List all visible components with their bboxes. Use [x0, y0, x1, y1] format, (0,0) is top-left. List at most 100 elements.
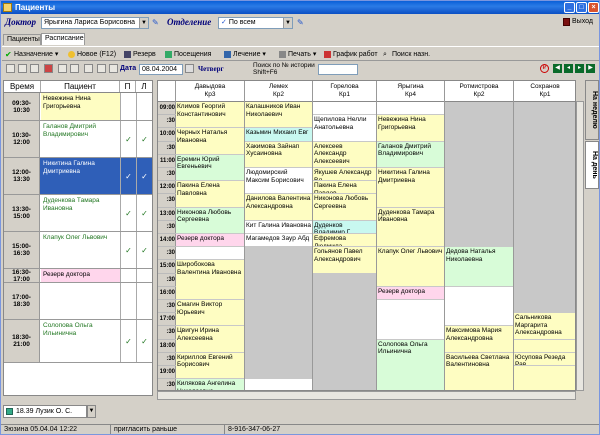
exit-button[interactable]: Выход	[572, 18, 593, 25]
tab-patients[interactable]: Пациенты	[3, 34, 41, 45]
tab-schedule[interactable]: Расписание	[41, 33, 85, 45]
appointment-cell[interactable]	[377, 102, 444, 116]
table-row[interactable]: 18:30-21:00 Солопова Ольга Ильинична ✓ ✓	[4, 320, 152, 363]
row-check-p[interactable]: ✓	[120, 320, 136, 362]
appointment-cell[interactable]: Людомирский Максим Борисович	[245, 168, 312, 195]
appointment-cell[interactable]	[313, 102, 376, 116]
appointment-cell[interactable]	[445, 286, 513, 327]
table-row[interactable]: 16:30-17:00 Резерв доктора	[4, 269, 152, 283]
appointment-cell[interactable]: Галанов Дмитрий Владимирович	[377, 141, 444, 168]
row-check-l[interactable]: ✓	[136, 232, 152, 268]
appointment-cell[interactable]: Смагин Виктор Юрьевич	[176, 300, 244, 327]
tab-day[interactable]: На день	[585, 141, 599, 189]
prev-icon[interactable]: ◂	[564, 64, 573, 73]
appointment-cell[interactable]: Солопова Ольга Ильинична	[377, 339, 444, 390]
appointment-cell[interactable]: Алексеев Александр Алексеевич	[313, 141, 376, 168]
table-row[interactable]: 13:30-15:00 Дуденкова Тамара Ивановна ✓ ✓	[4, 195, 152, 232]
appointment-cell[interactable]: Даниловa Валентина Александровна	[245, 194, 312, 221]
row-check-l[interactable]: ✓	[136, 320, 152, 362]
dept-select[interactable]: ✓ По всем ▼	[218, 17, 293, 29]
appointment-cell[interactable]: Еремин Юрий Евгеньевич	[176, 154, 244, 182]
appointment-cell[interactable]: Ефремова Людмила	[313, 234, 376, 248]
appointment-cell[interactable]: Резерв доктора	[377, 286, 444, 300]
appointment-cell[interactable]: Васильева Светлана Валентиновна	[445, 352, 513, 390]
search-assign-button[interactable]: ⌕ Поиск назн.	[383, 49, 430, 60]
appointment-cell[interactable]: Якушев Александр Вл	[313, 168, 376, 182]
row-check-l[interactable]	[136, 269, 152, 282]
reserve-button[interactable]: Резерв	[124, 49, 156, 60]
doctor-column-header[interactable]: Сохранов Кр1	[514, 81, 575, 102]
doctor-column-header[interactable]: Горелова Кр1	[313, 81, 377, 102]
row-check-l[interactable]	[136, 93, 152, 120]
appointment-cell[interactable]: Пакина Елена Павлов	[313, 181, 376, 195]
visits-button[interactable]: Посещения	[165, 49, 211, 60]
appointment-cell[interactable]: Дедова Наталья Николаевна	[445, 247, 513, 287]
doctor-column-header[interactable]: Лемех Кр2	[245, 81, 313, 102]
appointment-cell[interactable]: Черных Наталья Ивановна	[176, 128, 244, 155]
row-check-p[interactable]	[120, 93, 136, 120]
appointment-cell[interactable]: Казьмин Михаил Евг	[245, 128, 312, 142]
last-icon[interactable]: ▶	[586, 64, 595, 73]
date-input[interactable]: 08.04.2004	[139, 64, 183, 75]
appointment-cell[interactable]: Максимова Мария Александровна	[445, 326, 513, 353]
appointment-cell[interactable]: Хакимова Зайнап Хусаиновна	[245, 141, 312, 168]
appointment-cell[interactable]: Никонова Любовь Сергеевна	[313, 194, 376, 221]
phone-icon[interactable]	[84, 64, 93, 73]
delete-icon[interactable]	[44, 64, 53, 73]
table-row[interactable]: 10:30-12:00 Галанов Дмитрий Владимирович ✓…	[4, 121, 152, 158]
minimize-button[interactable]: _	[564, 2, 575, 13]
assign-button[interactable]: ✔ Назначение ▾	[5, 49, 58, 60]
row-check-l[interactable]: ✓	[136, 158, 152, 194]
appointment-cell[interactable]: Никитина Галина Дмитриевна	[377, 168, 444, 208]
table-row[interactable]: 15:00-16:30 Клапук Олег Львович ✓ ✓	[4, 232, 152, 269]
appointment-cell[interactable]: Климов Георгий Константинович	[176, 102, 244, 129]
appointment-cell[interactable]: Магамедов Заур Абд	[245, 234, 312, 248]
row-check-p[interactable]: ✓	[120, 195, 136, 231]
grid-horizontal-scrollbar[interactable]	[157, 391, 576, 400]
appointment-cell[interactable]	[313, 273, 376, 390]
row-check-l[interactable]	[136, 283, 152, 319]
exit-icon[interactable]	[563, 18, 570, 26]
close-button[interactable]: ×	[588, 2, 599, 13]
work-schedule-button[interactable]: График работ	[324, 49, 378, 60]
row-check-p[interactable]	[120, 283, 136, 319]
row-check-p[interactable]	[120, 269, 136, 282]
appointment-cell[interactable]: Никонова Любовь Сергеевна	[176, 207, 244, 234]
history-search-input[interactable]	[318, 64, 358, 75]
appointment-cell[interactable]	[514, 366, 575, 390]
appointment-cell[interactable]: Кириллов Евгений Борисович	[176, 352, 244, 380]
doctor-select[interactable]: Ярыгина Лариса Борисовна ▼	[41, 17, 149, 29]
copy-icon[interactable]	[18, 64, 27, 73]
appointment-cell[interactable]: Дуденков Владимир Г	[313, 220, 376, 234]
row-check-l[interactable]: ✓	[136, 121, 152, 157]
calc-icon[interactable]	[109, 64, 118, 73]
print-small-icon[interactable]	[97, 64, 106, 73]
row-check-p[interactable]: ✓	[120, 158, 136, 194]
pin-icon[interactable]: ✎	[297, 18, 304, 27]
appointment-cell[interactable]: Широбокова Валентина Ивановна	[176, 260, 244, 300]
calendar-picker-icon[interactable]	[185, 64, 194, 73]
chevron-down-icon[interactable]: ▼	[87, 405, 96, 418]
grid-icon[interactable]	[70, 64, 79, 73]
currency-icon[interactable]: ₽	[540, 64, 549, 73]
appointment-cell[interactable]	[514, 339, 575, 353]
treatment-button[interactable]: Лечение ▾	[224, 49, 266, 60]
paste-icon[interactable]	[30, 64, 39, 73]
bottom-doctor-field[interactable]: 18.39 Лузик О. С.	[3, 405, 87, 418]
appointment-cell[interactable]: Гольянов Павел Александрович	[313, 247, 376, 274]
doctor-column-header[interactable]: Ярыгина Кр4	[377, 81, 445, 102]
appointment-cell[interactable]: Килякова Ангелина Николаевна	[176, 379, 244, 390]
appointment-cell[interactable]: Клапук Олег Львович	[377, 247, 444, 287]
cut-icon[interactable]	[6, 64, 15, 73]
appointment-cell[interactable]: Юсупова Резеда Рав	[514, 352, 575, 366]
pin-icon[interactable]: ✎	[152, 18, 159, 27]
next-icon[interactable]: ▸	[575, 64, 584, 73]
appointment-cell[interactable]	[176, 247, 244, 261]
appointment-cell[interactable]: Невежина Нина Григорьевна	[377, 115, 444, 142]
appointment-cell[interactable]	[514, 102, 575, 314]
appointment-cell[interactable]	[377, 300, 444, 340]
row-check-p[interactable]: ✓	[120, 232, 136, 268]
grid-vertical-scrollbar[interactable]	[576, 101, 584, 391]
appointment-cell[interactable]: Калашников Иван Николаевич	[245, 102, 312, 129]
new-button[interactable]: Новое (F12)	[68, 49, 116, 60]
